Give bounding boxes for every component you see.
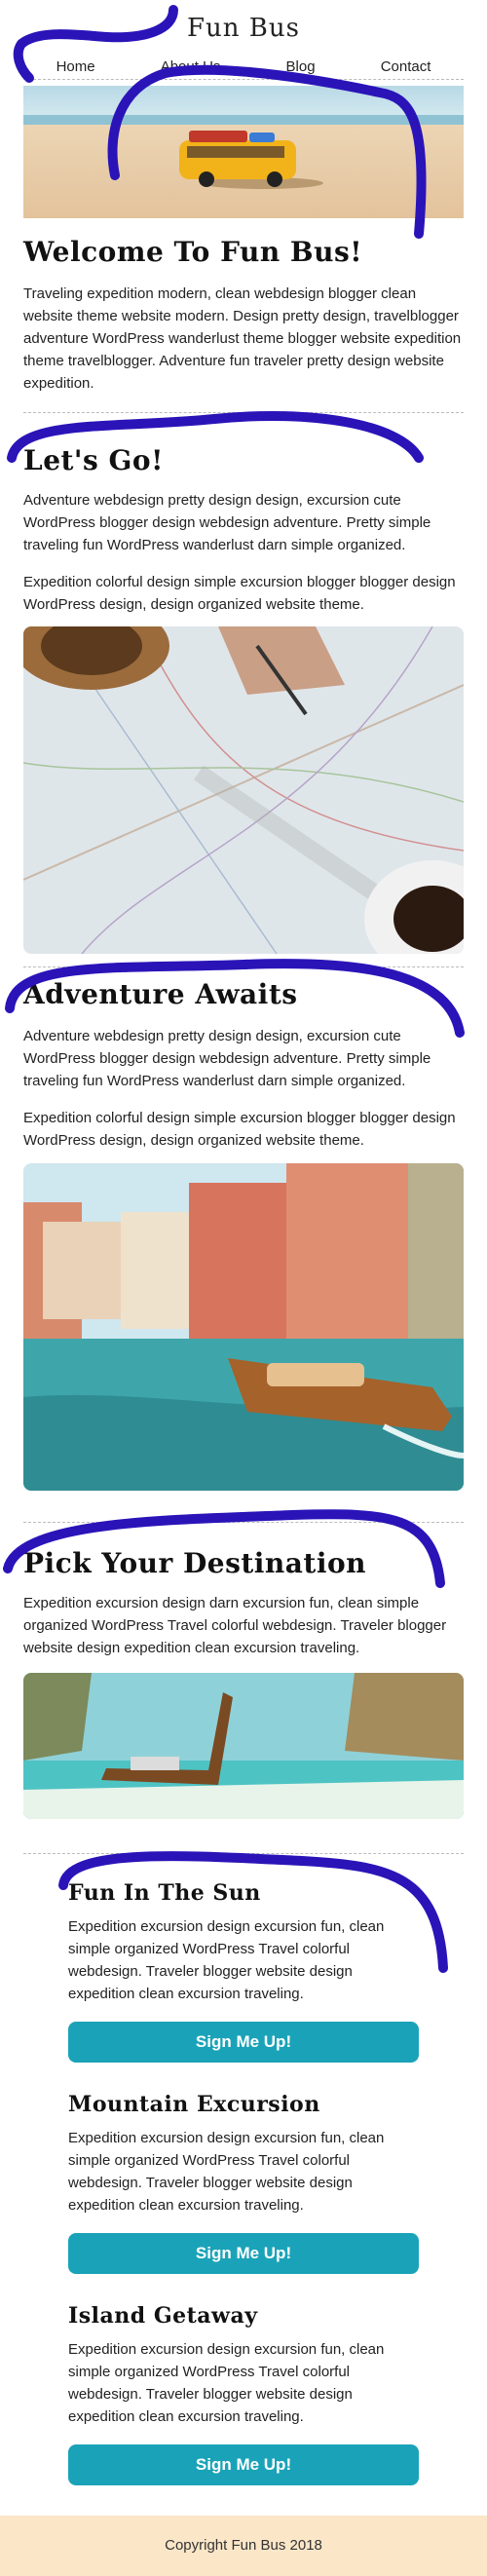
destination-text: Expedition excursion design darn excursi… [23,1595,447,1656]
venice-canal-photo [23,1163,464,1491]
package-title: Island Getaway [68,2303,258,2329]
map-photo [23,626,464,954]
sign-me-up-button[interactable]: Sign Me Up! [68,2022,419,2063]
nav-contact[interactable]: Contact [381,55,431,79]
lets-go-text-1: Adventure webdesign pretty design design… [23,492,431,553]
main-nav: Home About Us Blog Contact [23,55,464,80]
bus-image [23,86,464,218]
sign-me-up-button[interactable]: Sign Me Up! [68,2444,419,2485]
package-title: Mountain Excursion [68,2092,320,2117]
divider [23,412,464,413]
lets-go-heading: Let's Go! [23,444,164,476]
bus-photo [23,86,464,218]
intro-heading: Welcome To Fun Bus! [23,236,363,268]
map-image [23,626,464,954]
package-title: Fun In The Sun [68,1880,261,1906]
longtail-boat-image [23,1673,464,1819]
package-text: Expedition excursion design excursion fu… [68,1918,385,2002]
package-text: Expedition excursion design excursion fu… [68,2341,385,2425]
adventure-text-1: Adventure webdesign pretty design design… [23,1028,431,1089]
divider [23,966,464,967]
footer: Copyright Fun Bus 2018 [0,2516,487,2576]
sign-me-up-button[interactable]: Sign Me Up! [68,2233,419,2274]
divider [23,1522,464,1523]
nav-blog[interactable]: Blog [286,55,316,79]
destination-heading: Pick Your Destination [23,1547,367,1579]
adventure-text-2: Expedition colorful design simple excurs… [23,1110,456,1149]
nav-about-us[interactable]: About Us [161,55,221,79]
intro-text: Traveling expedition modern, clean webde… [23,285,462,392]
longtail-boat-photo [23,1673,464,1819]
nav-home[interactable]: Home [56,55,95,79]
lets-go-text-2: Expedition colorful design simple excurs… [23,574,456,613]
adventure-heading: Adventure Awaits [23,978,298,1010]
site-title: Fun Bus [187,14,300,43]
venice-canal-image [23,1163,464,1491]
divider [23,1853,464,1854]
package-text: Expedition excursion design excursion fu… [68,2130,385,2214]
